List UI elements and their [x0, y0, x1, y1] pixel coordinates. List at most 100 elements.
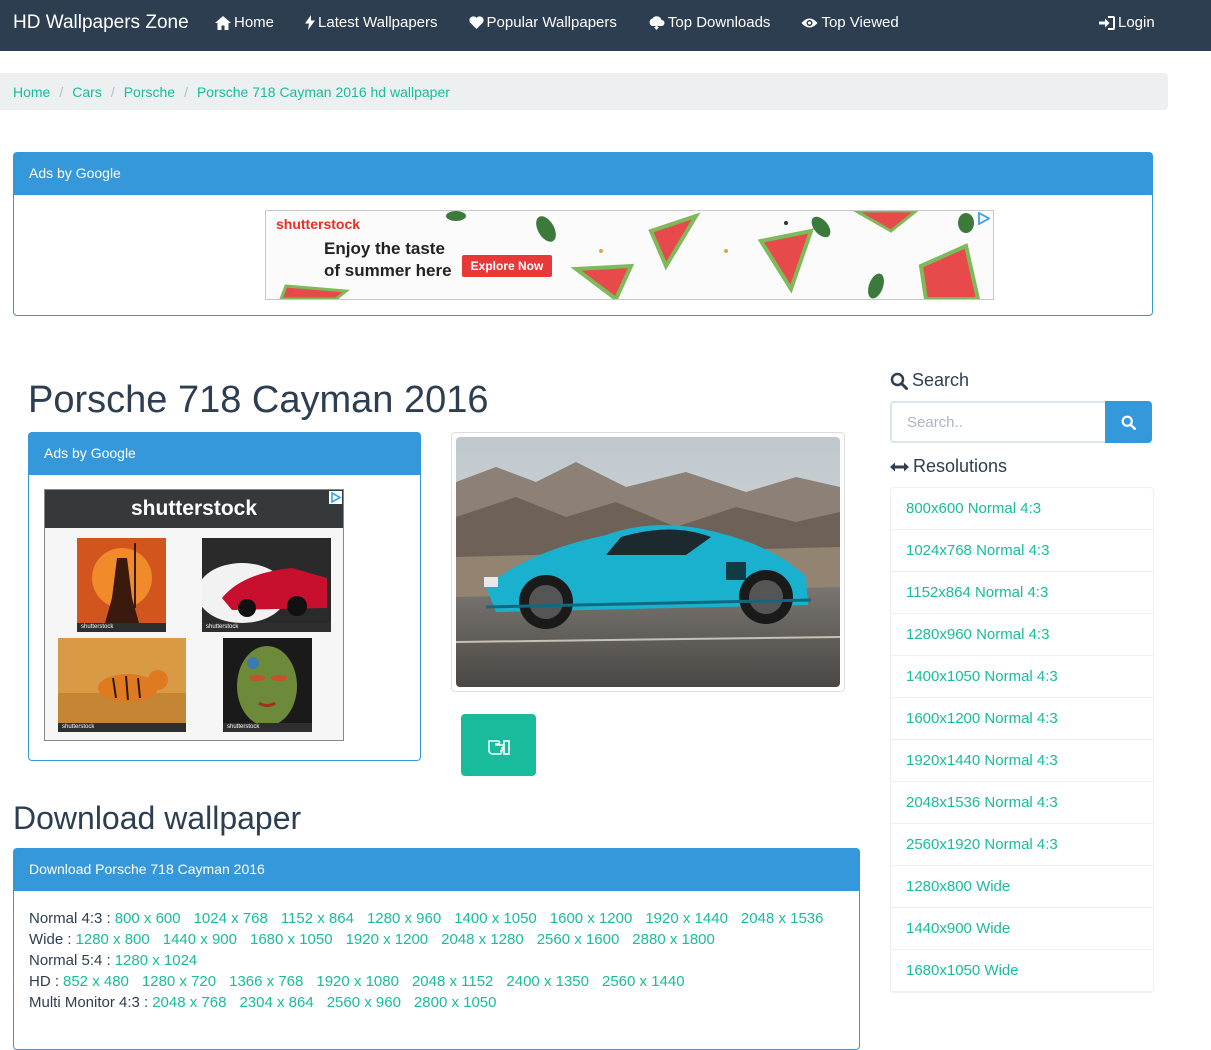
shutterstock-logo: shutterstock	[276, 216, 361, 232]
breadcrumb-separator: /	[184, 83, 188, 100]
breadcrumb-porsche[interactable]: Porsche	[124, 84, 175, 100]
sign-in-icon	[1099, 15, 1115, 30]
download-size-link[interactable]: 1280 x 800	[76, 931, 150, 948]
shutterstock-banner-ad[interactable]: shutterstock Enjoy the taste of summer h…	[265, 210, 994, 300]
nav-home[interactable]: Home	[215, 14, 274, 31]
download-size-link[interactable]: 2048 x 1280	[441, 931, 524, 948]
page-title: Porsche 718 Cayman 2016	[28, 379, 489, 421]
ad-thumbnail-caption: shutterstock	[202, 623, 331, 632]
resolution-link[interactable]: 1400x1050 Normal 4:3	[891, 656, 1153, 698]
download-size-link[interactable]: 1152 x 864	[281, 910, 354, 927]
ad-thumbnail-tiger[interactable]: shutterstock	[58, 638, 186, 732]
search-icon	[1121, 415, 1136, 430]
search-heading-label: Search	[912, 370, 970, 390]
nav-top-viewed[interactable]: Top Viewed	[801, 14, 899, 31]
heart-icon	[468, 16, 484, 29]
nav-top-downloads-label: Top Downloads	[667, 14, 771, 31]
login-label: Login	[1118, 14, 1155, 31]
download-size-link[interactable]: 2560 x 1600	[537, 931, 620, 948]
nav-latest-wallpapers[interactable]: Latest Wallpapers	[305, 14, 438, 31]
home-icon	[215, 15, 231, 30]
download-size-link[interactable]: 1400 x 1050	[454, 910, 537, 927]
search-button[interactable]	[1105, 401, 1152, 443]
nav-home-label: Home	[234, 14, 275, 31]
ad-thumbnail-caption: shutterstock	[223, 723, 312, 732]
breadcrumb: Home / Cars / Porsche / Porsche 718 Caym…	[0, 73, 1168, 110]
nav-top-downloads[interactable]: Top Downloads	[648, 14, 771, 31]
top-navbar: HD Wallpapers Zone Home Latest Wallpaper…	[0, 0, 1211, 51]
adchoices-icon[interactable]	[977, 212, 990, 225]
nav-latest-label: Latest Wallpapers	[318, 14, 438, 31]
search-input[interactable]	[890, 401, 1105, 443]
resolution-link[interactable]: 1920x1440 Normal 4:3	[891, 740, 1153, 782]
resolution-link[interactable]: 1152x864 Normal 4:3	[891, 572, 1153, 614]
side-ad-panel: Ads by Google shutterstock shutterstock …	[28, 432, 421, 761]
download-size-link[interactable]: 2304 x 864	[239, 994, 313, 1011]
download-size-link[interactable]: 1440 x 900	[163, 931, 237, 948]
ad-thumbnail-sports-car[interactable]: shutterstock	[197, 538, 331, 632]
download-row: Normal 4:3 :800 x 600 1024 x 768 1152 x 86…	[29, 908, 844, 929]
download-resolutions: Normal 4:3 :800 x 600 1024 x 768 1152 x 86…	[14, 891, 859, 1013]
breadcrumb-cars[interactable]: Cars	[72, 84, 102, 100]
download-row-label: Normal 4:3 :	[29, 910, 111, 927]
download-size-link[interactable]: 2560 x 960	[327, 994, 401, 1011]
download-size-link[interactable]: 1920 x 1080	[316, 973, 399, 990]
download-size-link[interactable]: 1680 x 1050	[250, 931, 333, 948]
resolution-link[interactable]: 1440x900 Wide	[891, 908, 1153, 950]
ad-thumbnail-shiva[interactable]: shutterstock	[77, 538, 166, 632]
resolution-link[interactable]: 1600x1200 Normal 4:3	[891, 698, 1153, 740]
shutterstock-image-ad[interactable]: shutterstock shutterstock shutterstock s…	[44, 489, 344, 741]
download-size-link[interactable]: 2048 x 1536	[741, 910, 824, 927]
download-row-label: Multi Monitor 4:3 :	[29, 994, 149, 1011]
download-size-link[interactable]: 1280 x 720	[142, 973, 216, 990]
resolution-link[interactable]: 1680x1050 Wide	[891, 950, 1153, 992]
nav-top-viewed-label: Top Viewed	[821, 14, 899, 31]
resolution-link[interactable]: 1280x960 Normal 4:3	[891, 614, 1153, 656]
resolution-link[interactable]: 1280x800 Wide	[891, 866, 1153, 908]
download-panel-heading: Download Porsche 718 Cayman 2016	[14, 849, 859, 891]
login-link[interactable]: Login	[1099, 14, 1155, 31]
download-size-link[interactable]: 852 x 480	[63, 973, 129, 990]
site-brand[interactable]: HD Wallpapers Zone	[13, 12, 189, 34]
resolution-link[interactable]: 800x600 Normal 4:3	[891, 488, 1153, 530]
download-size-link[interactable]: 1920 x 1440	[645, 910, 728, 927]
side-ad-heading: Ads by Google	[29, 433, 420, 475]
cloud-download-icon	[649, 15, 665, 30]
download-size-link[interactable]: 2400 x 1350	[506, 973, 589, 990]
download-row: Multi Monitor 4:3 :2048 x 768 2304 x 864 2…	[29, 992, 844, 1013]
breadcrumb-home[interactable]: Home	[13, 84, 50, 100]
set-wallpaper-button[interactable]	[461, 714, 536, 776]
ad-thumbnail-buddha[interactable]: shutterstock	[223, 638, 312, 732]
porsche-cayman-photo	[456, 437, 840, 687]
adchoices-icon[interactable]	[329, 491, 342, 504]
breadcrumb-separator: /	[59, 83, 64, 100]
nav-popular-wallpapers[interactable]: Popular Wallpapers	[468, 14, 617, 31]
breadcrumb-current[interactable]: Porsche 718 Cayman 2016 hd wallpaper	[197, 84, 450, 100]
download-size-link[interactable]: 2048 x 768	[152, 994, 226, 1011]
wallpaper-image[interactable]	[456, 437, 840, 687]
download-size-link[interactable]: 2800 x 1050	[414, 994, 497, 1011]
download-row: Wide :1280 x 800 1440 x 900 1680 x 1050 192…	[29, 929, 844, 950]
ad-thumbnail-caption: shutterstock	[77, 623, 166, 632]
top-ad-heading: Ads by Google	[14, 153, 1152, 195]
explore-now-button[interactable]: Explore Now	[462, 255, 552, 277]
download-size-link[interactable]: 1920 x 1200	[346, 931, 429, 948]
buddha-face-image	[223, 638, 312, 732]
download-panel: Download Porsche 718 Cayman 2016 Normal …	[13, 848, 860, 1050]
download-size-link[interactable]: 1600 x 1200	[550, 910, 633, 927]
download-row: Normal 5:4 :1280 x 1024	[29, 950, 844, 971]
resolution-link[interactable]: 2048x1536 Normal 4:3	[891, 782, 1153, 824]
download-size-link[interactable]: 2048 x 1152	[412, 973, 493, 990]
search-heading: Search	[890, 370, 969, 391]
download-size-link[interactable]: 1024 x 768	[194, 910, 268, 927]
download-size-link[interactable]: 800 x 600	[115, 910, 181, 927]
top-ad-panel: Ads by Google shutterstock Enjoy the tas…	[13, 152, 1153, 316]
download-size-link[interactable]: 1280 x 960	[367, 910, 441, 927]
download-size-link[interactable]: 1366 x 768	[229, 973, 303, 990]
download-size-link[interactable]: 2880 x 1800	[632, 931, 715, 948]
download-size-link[interactable]: 1280 x 1024	[115, 952, 198, 969]
download-size-link[interactable]: 2560 x 1440	[602, 973, 685, 990]
tiger-image	[58, 638, 186, 732]
resolution-link[interactable]: 1024x768 Normal 4:3	[891, 530, 1153, 572]
resolution-link[interactable]: 2560x1920 Normal 4:3	[891, 824, 1153, 866]
